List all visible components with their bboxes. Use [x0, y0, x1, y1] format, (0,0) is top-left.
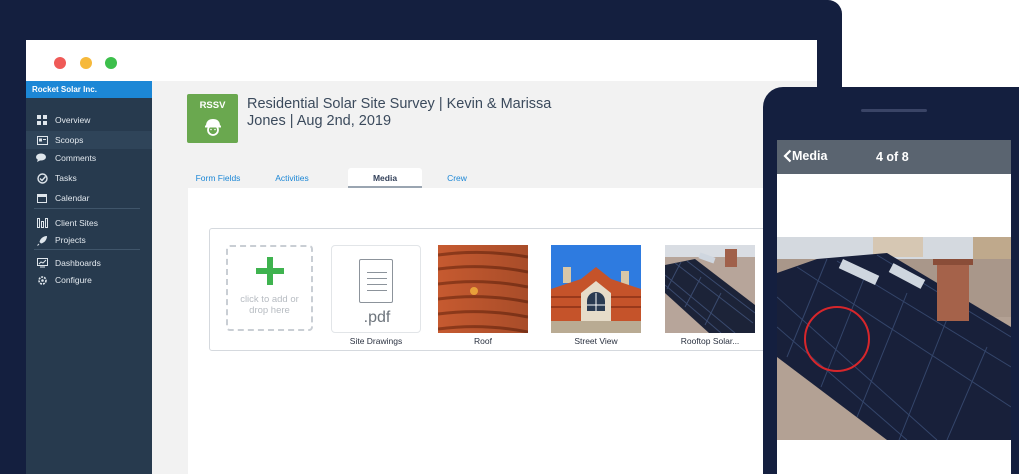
- gear-icon: [36, 275, 48, 285]
- photo-counter: 4 of 8: [876, 150, 909, 164]
- roof-photo: [438, 245, 528, 333]
- file-extension: .pdf: [363, 309, 391, 326]
- brand-name: Rocket Solar Inc.: [26, 81, 152, 98]
- nav-label: Tasks: [55, 173, 77, 183]
- dashboard-icon: [36, 258, 48, 268]
- surveyor-helmet-icon: [205, 119, 221, 136]
- add-plus-icon: [256, 257, 284, 285]
- calendar-icon: [36, 193, 48, 203]
- chevron-left-icon: [783, 149, 792, 163]
- window-titlebar: [26, 40, 817, 81]
- nav-item-client-sites[interactable]: Client Sites: [26, 214, 152, 232]
- document-icon: [359, 259, 393, 303]
- back-button[interactable]: Media: [783, 149, 827, 163]
- dropzone-text: click to add or drop here: [240, 294, 299, 316]
- phone-solar-photo[interactable]: [777, 237, 1011, 440]
- tab-activities[interactable]: Activities: [262, 168, 322, 188]
- nav-label: Overview: [55, 115, 91, 125]
- media-panel: click to add or drop here .pdf Site Draw…: [188, 188, 817, 474]
- nav-item-scoops[interactable]: Scoops: [26, 131, 152, 149]
- nav-label: Client Sites: [55, 218, 98, 228]
- phone-nav-bar: Media 4 of 8: [777, 140, 1011, 174]
- tab-bar: Form Fields Activities Media Crew: [189, 168, 789, 188]
- street-view-photo: [551, 245, 641, 333]
- nav-label: Dashboards: [55, 258, 101, 268]
- media-caption: Street View: [574, 336, 618, 346]
- nav-item-overview[interactable]: Overview: [26, 111, 152, 129]
- client-sites-icon: [36, 218, 48, 228]
- media-item-rooftop-solar[interactable]: Rooftop Solar...: [665, 245, 755, 346]
- nav-item-calendar[interactable]: Calendar: [26, 189, 152, 207]
- phone-screen: Media 4 of 8: [777, 140, 1011, 474]
- page-title: Residential Solar Site Survey | Kevin & …: [247, 96, 552, 129]
- scoop-card-icon: [36, 135, 48, 145]
- close-window-button[interactable]: [54, 57, 66, 69]
- nav-label: Scoops: [55, 135, 84, 145]
- media-caption: Rooftop Solar...: [680, 336, 740, 346]
- media-item-street-view[interactable]: Street View: [551, 245, 641, 346]
- nav-item-dashboards[interactable]: Dashboards: [26, 254, 152, 272]
- media-caption: Site Drawings: [349, 336, 403, 346]
- rooftop-solar-photo: [665, 245, 755, 333]
- tasks-icon: [36, 172, 48, 184]
- laptop-frame: Rocket Solar Inc. Overview Scoops Commen…: [0, 0, 842, 474]
- minimize-window-button[interactable]: [80, 57, 92, 69]
- sidebar: Rocket Solar Inc. Overview Scoops Commen…: [26, 81, 152, 474]
- media-item-site-drawings[interactable]: .pdf Site Drawings: [331, 245, 421, 346]
- nav-label: Calendar: [55, 193, 90, 203]
- comments-icon: [36, 153, 48, 163]
- scoop-badge-label: RSSV: [199, 100, 226, 111]
- phone-frame: Media 4 of 8: [763, 87, 1019, 474]
- scoop-badge: RSSV: [187, 94, 238, 143]
- nav-divider: [34, 208, 140, 209]
- nav-item-tasks[interactable]: Tasks: [26, 169, 152, 187]
- main-content: RSSV Residential Solar Site Survey | Kev…: [152, 81, 817, 474]
- rocket-icon: [36, 235, 48, 246]
- nav-label: Comments: [55, 153, 97, 163]
- media-gallery: click to add or drop here .pdf Site Draw…: [209, 228, 769, 351]
- media-caption: Roof: [474, 336, 492, 346]
- nav-divider: [34, 249, 140, 250]
- tab-media[interactable]: Media: [348, 168, 422, 188]
- tab-crew[interactable]: Crew: [434, 168, 480, 188]
- upload-dropzone[interactable]: click to add or drop here: [226, 245, 313, 331]
- nav-item-comments[interactable]: Comments: [26, 149, 152, 167]
- nav-item-configure[interactable]: Configure: [26, 271, 152, 289]
- grid-icon: [36, 115, 48, 125]
- app-window: Rocket Solar Inc. Overview Scoops Commen…: [26, 40, 817, 474]
- nav-label: Configure: [55, 275, 92, 285]
- back-label: Media: [792, 149, 828, 163]
- tab-form-fields[interactable]: Form Fields: [189, 168, 247, 188]
- nav-item-projects[interactable]: Projects: [26, 231, 152, 249]
- media-item-roof[interactable]: Roof: [438, 245, 528, 346]
- nav-label: Projects: [55, 235, 86, 245]
- pdf-thumbnail: .pdf: [331, 245, 421, 333]
- maximize-window-button[interactable]: [105, 57, 117, 69]
- phone-speaker: [861, 109, 927, 112]
